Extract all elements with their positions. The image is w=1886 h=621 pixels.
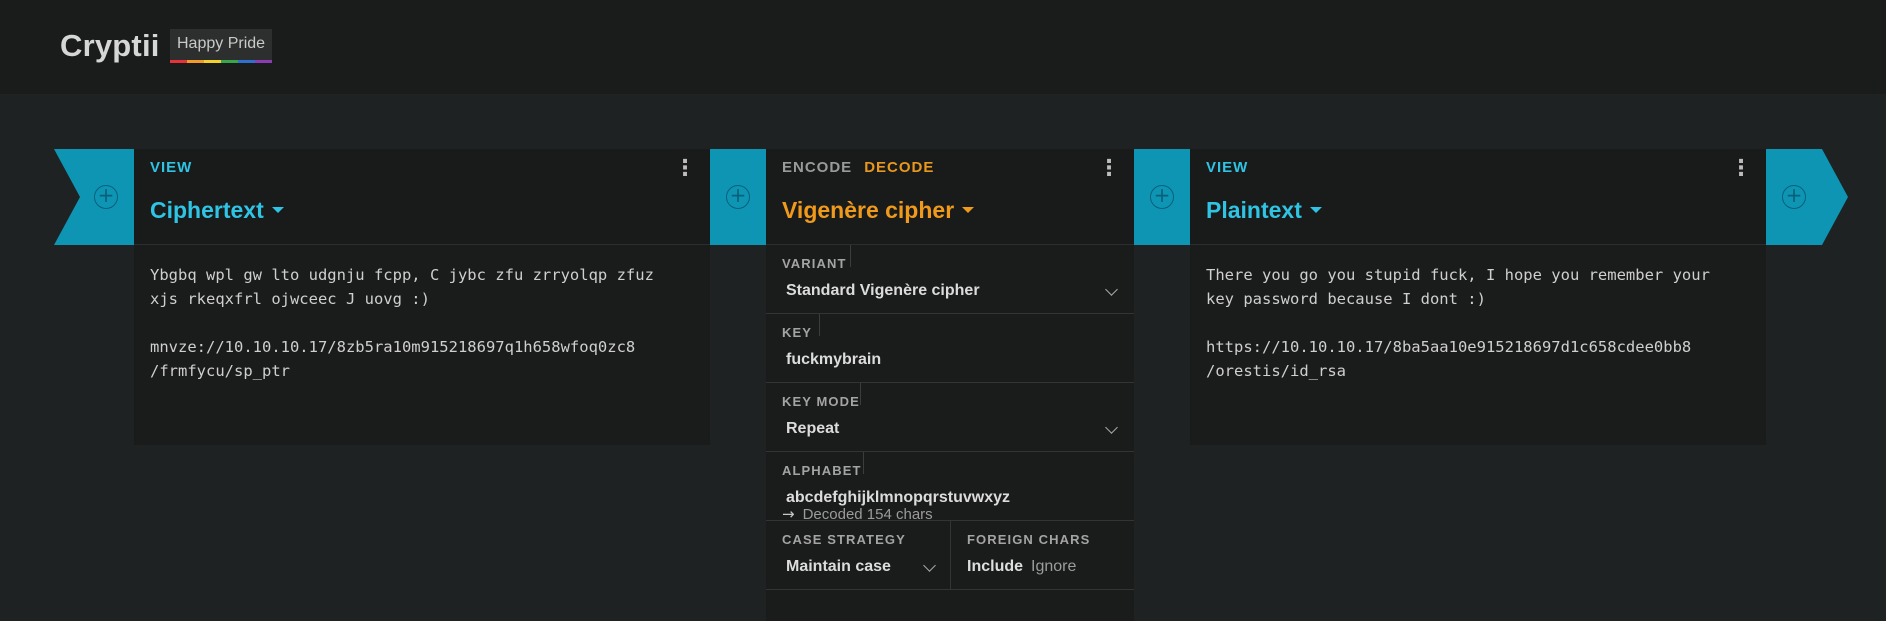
plaintext-title: Plaintext (1206, 197, 1302, 223)
chevron-down-icon (1105, 421, 1118, 434)
ciphertext-panel: VIEW ⋮ Ciphertext Ybgbq wpl gw lto udgnj… (134, 149, 710, 445)
more-vertical-icon[interactable]: ⋮ (1098, 157, 1120, 179)
plaintext-panel-header: VIEW ⋮ Plaintext (1190, 149, 1766, 245)
vigenere-panel-header: ENCODE DECODE ⋮ Vigenère cipher (766, 149, 1134, 245)
add-brick-between-2[interactable]: + (1134, 149, 1190, 245)
key-mode-label: KEY MODE (782, 394, 860, 409)
case-strategy-select[interactable]: CASE STRATEGY Maintain case (766, 521, 950, 590)
add-brick-end[interactable]: + (1766, 149, 1848, 245)
ciphertext-panel-header: VIEW ⋮ Ciphertext (134, 149, 710, 245)
add-brick-between-1[interactable]: + (710, 149, 766, 245)
plaintext-panel: VIEW ⋮ Plaintext There you go you stupid… (1190, 149, 1766, 445)
chevron-down-icon (1105, 283, 1118, 296)
pride-badge[interactable]: Happy Pride (170, 29, 273, 63)
rainbow-bar (170, 60, 273, 63)
ribbon-right-shape (1766, 149, 1848, 245)
variant-select[interactable]: VARIANT Standard Vigenère cipher (766, 245, 1134, 314)
view-tag: VIEW (1206, 159, 1249, 176)
foreign-chars-toggle: FOREIGN CHARS Include Ignore (951, 521, 1134, 590)
arrow-right-icon: → (782, 505, 795, 523)
key-field[interactable]: KEY fuckmybrain (766, 314, 1134, 383)
plus-circle-icon: + (1782, 185, 1806, 209)
pride-badge-label: Happy Pride (177, 35, 266, 52)
variant-label: VARIANT (782, 256, 847, 271)
more-vertical-icon[interactable]: ⋮ (674, 157, 696, 179)
app-header: Cryptii Happy Pride (0, 0, 1886, 94)
foreign-chars-options: Include Ignore (967, 558, 1076, 576)
plus-circle-icon: + (1150, 185, 1174, 209)
mode-toggle: ENCODE DECODE (782, 159, 934, 176)
status-line: → Decoded 154 chars (782, 505, 933, 523)
label-divider (850, 245, 851, 267)
vigenere-panel: ENCODE DECODE ⋮ Vigenère cipher VARIANT S… (766, 149, 1134, 621)
encode-tab[interactable]: ENCODE (782, 159, 852, 176)
case-strategy-label: CASE STRATEGY (782, 532, 906, 547)
case-foreign-row: CASE STRATEGY Maintain case FOREIGN CHAR… (766, 521, 1134, 590)
plaintext-textarea[interactable]: There you go you stupid fuck, I hope you… (1206, 263, 1710, 383)
status-text: Decoded 154 chars (802, 506, 933, 523)
key-input[interactable]: fuckmybrain (786, 351, 881, 369)
decode-tab[interactable]: DECODE (864, 159, 934, 176)
plus-circle-icon: + (726, 185, 750, 209)
alphabet-label: ALPHABET (782, 463, 862, 478)
view-tag: VIEW (150, 159, 193, 176)
cipher-title-dropdown[interactable]: Vigenère cipher (782, 197, 975, 224)
include-option[interactable]: Include (967, 558, 1023, 575)
ignore-option[interactable]: Ignore (1031, 558, 1076, 575)
ciphertext-title: Ciphertext (150, 197, 264, 223)
key-mode-value: Repeat (786, 420, 840, 437)
plus-circle-icon: + (94, 185, 118, 209)
key-mode-select[interactable]: KEY MODE Repeat (766, 383, 1134, 452)
add-brick-start[interactable]: + (54, 149, 134, 245)
ciphertext-textarea[interactable]: Ybgbq wpl gw lto udgnju fcpp, C jybc zfu… (150, 263, 654, 383)
plaintext-title-dropdown[interactable]: Plaintext (1206, 197, 1322, 224)
chevron-down-icon (923, 559, 936, 572)
caret-down-icon (271, 206, 284, 213)
foreign-chars-label: FOREIGN CHARS (967, 532, 1091, 547)
cipher-title: Vigenère cipher (782, 197, 955, 223)
cipher-settings: VARIANT Standard Vigenère cipher KEY fuc… (766, 245, 1134, 590)
more-vertical-icon[interactable]: ⋮ (1730, 157, 1752, 179)
case-strategy-value: Maintain case (786, 558, 891, 575)
label-divider (819, 314, 820, 336)
brand-logo[interactable]: Cryptii (60, 28, 160, 64)
ciphertext-title-dropdown[interactable]: Ciphertext (150, 197, 284, 224)
variant-value: Standard Vigenère cipher (786, 282, 980, 299)
caret-down-icon (962, 206, 975, 213)
caret-down-icon (1309, 206, 1322, 213)
label-divider (860, 383, 861, 405)
key-label: KEY (782, 325, 813, 340)
label-divider (863, 452, 864, 474)
